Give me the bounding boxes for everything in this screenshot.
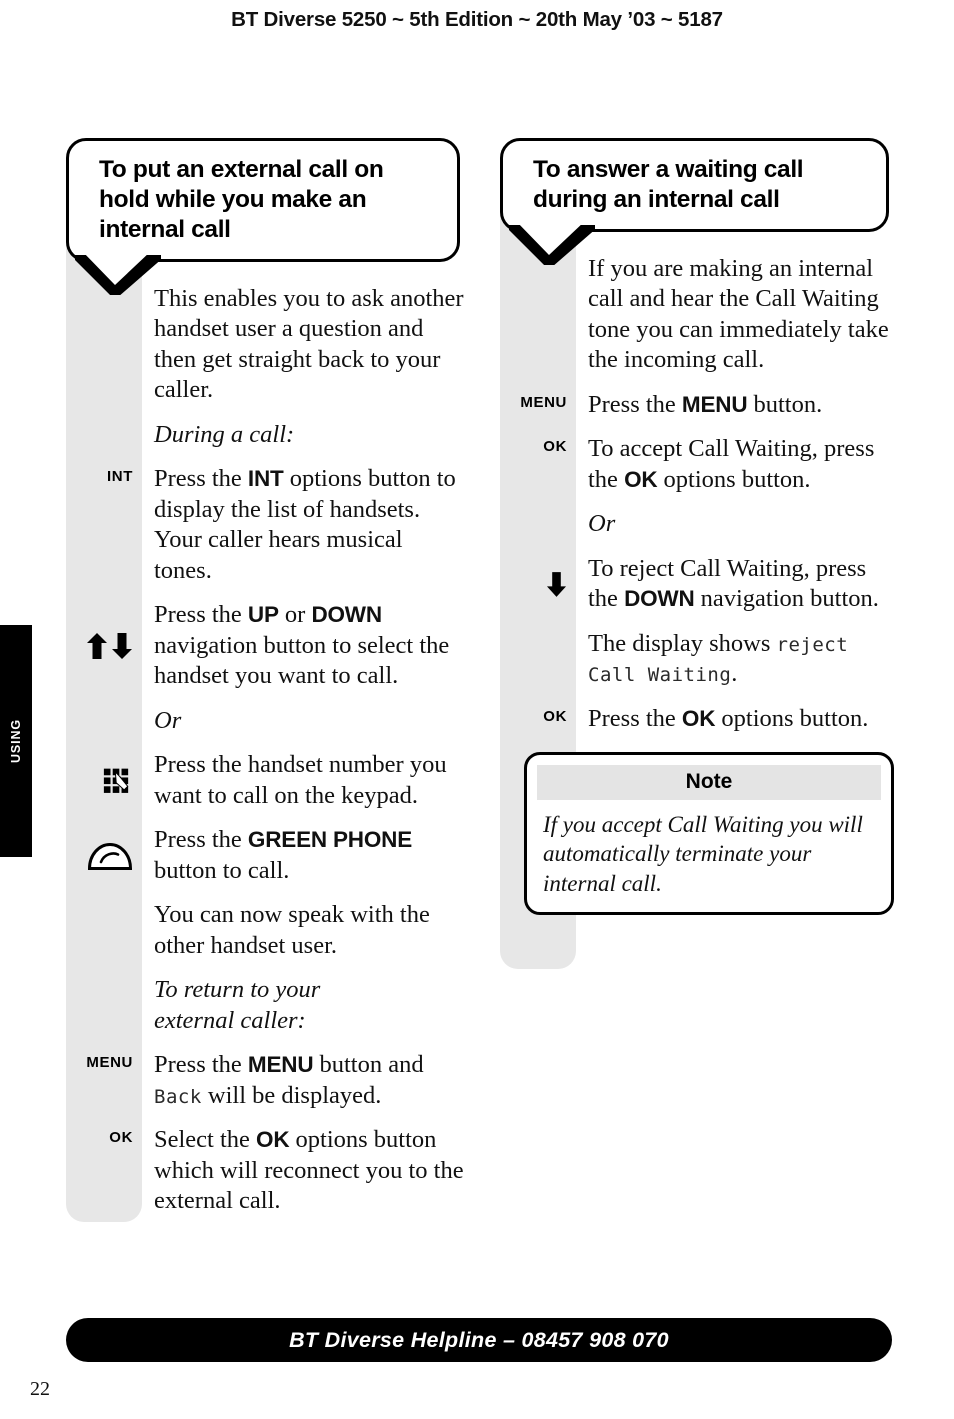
green-phone-icon bbox=[87, 841, 133, 871]
step-cue-label bbox=[66, 420, 142, 424]
down-arrow-icon bbox=[546, 571, 567, 598]
step-row: To reject Call Waiting, press the DOWN n… bbox=[500, 554, 895, 615]
step-cue-label bbox=[500, 509, 576, 513]
step-cue-label bbox=[66, 706, 142, 710]
step-text: Press the GREEN PHONE button to call. bbox=[154, 826, 412, 884]
step-row: Press the GREEN PHONE button to call. bbox=[66, 825, 466, 886]
left-heading-bubble: To put an external call on hold while yo… bbox=[66, 138, 460, 295]
right-heading-text: To answer a waiting call during an inter… bbox=[533, 156, 804, 213]
step-row: MENU Press the MENU button. bbox=[500, 390, 895, 421]
step-text: Press the MENU button. bbox=[588, 390, 823, 418]
down-arrow-icon-cue bbox=[500, 571, 576, 598]
green-phone-icon-cue bbox=[66, 841, 142, 871]
step-row: Or bbox=[66, 706, 466, 737]
left-column: To put an external call on hold while yo… bbox=[66, 138, 466, 1231]
step-text: Press the UP or DOWN navigation button t… bbox=[154, 601, 450, 690]
step-text: Press the MENU button and Back will be d… bbox=[154, 1051, 424, 1109]
step-row: Or bbox=[500, 509, 895, 540]
step-row: If you are making an internal call and h… bbox=[500, 254, 895, 376]
step-text: If you are making an internal call and h… bbox=[588, 254, 889, 374]
left-steps-list: This enables you to ask another handset … bbox=[66, 284, 466, 1217]
step-row: Press the handset number you want to cal… bbox=[66, 750, 466, 811]
step-row: This enables you to ask another handset … bbox=[66, 284, 466, 406]
note-box: Note If you accept Call Waiting you will… bbox=[524, 752, 894, 915]
helpline-footer-bar: BT Diverse Helpline – 08457 908 070 bbox=[66, 1318, 892, 1362]
step-row: OK Press the OK options button. bbox=[500, 704, 895, 735]
step-text: Or bbox=[588, 510, 616, 538]
step-text: To return to your external caller: bbox=[154, 976, 321, 1034]
right-steps-list: If you are making an internal call and h… bbox=[500, 254, 895, 735]
step-row: INT Press the INT options button to displ… bbox=[66, 464, 466, 586]
step-text: Select the OK options button which will … bbox=[154, 1126, 464, 1215]
step-row: You can now speak with the other handset… bbox=[66, 900, 466, 961]
step-text: The display shows reject Call Waiting. bbox=[588, 629, 849, 688]
bubble-tail-icon bbox=[509, 224, 595, 265]
running-head: BT Diverse 5250 ~ 5th Edition ~ 20th May… bbox=[231, 8, 723, 31]
section-tab-label: USING bbox=[9, 718, 23, 764]
note-body-text: If you accept Call Waiting you will auto… bbox=[543, 812, 863, 896]
up-down-arrows-icon bbox=[86, 632, 133, 660]
bubble-tail-icon bbox=[75, 254, 161, 295]
step-text: To accept Call Waiting, press the OK opt… bbox=[588, 435, 875, 493]
step-row: Press the UP or DOWN navigation button t… bbox=[66, 600, 466, 692]
step-row: MENU Press the MENU button and Back will … bbox=[66, 1050, 466, 1111]
step-text: Press the OK options button. bbox=[588, 704, 869, 732]
keypad-icon bbox=[103, 767, 133, 795]
step-cue-label: OK bbox=[543, 438, 567, 456]
step-cue-label: MENU bbox=[86, 1054, 133, 1072]
step-text: Press the INT options button to display … bbox=[154, 465, 456, 584]
step-row: The display shows reject Call Waiting. bbox=[500, 629, 895, 690]
left-heading-text: To put an external call on hold while yo… bbox=[99, 156, 384, 243]
step-cue-label: OK bbox=[109, 1129, 133, 1147]
step-cue-label: MENU bbox=[520, 393, 567, 411]
step-text: Or bbox=[154, 706, 182, 734]
step-text: During a call: bbox=[154, 420, 295, 448]
step-text: To reject Call Waiting, press the DOWN n… bbox=[588, 554, 879, 613]
step-cue-label: INT bbox=[107, 468, 133, 486]
note-title: Note bbox=[537, 765, 881, 801]
helpline-footer-text: BT Diverse Helpline – 08457 908 070 bbox=[289, 1327, 669, 1352]
step-text: You can now speak with the other handset… bbox=[154, 901, 430, 959]
right-column: To answer a waiting call during an inter… bbox=[500, 138, 895, 969]
up-down-arrows-icon-cue bbox=[66, 632, 142, 660]
step-row: OK To accept Call Waiting, press the OK o… bbox=[500, 434, 895, 495]
step-cue-label bbox=[66, 900, 142, 904]
keypad-icon-cue bbox=[66, 767, 142, 795]
step-text: Press the handset number you want to cal… bbox=[154, 751, 447, 809]
right-heading-bubble: To answer a waiting call during an inter… bbox=[500, 138, 889, 265]
step-text: This enables you to ask another handset … bbox=[154, 284, 464, 404]
section-tab-using: USING bbox=[0, 625, 32, 857]
step-row: OK Select the OK options button which wil… bbox=[66, 1125, 466, 1217]
page-number: 22 bbox=[30, 1378, 50, 1400]
step-row: During a call: bbox=[66, 420, 466, 451]
step-cue-label bbox=[66, 975, 142, 979]
step-cue-label bbox=[500, 629, 576, 633]
step-row: To return to your external caller: bbox=[66, 975, 466, 1036]
step-cue-label: OK bbox=[543, 707, 567, 725]
